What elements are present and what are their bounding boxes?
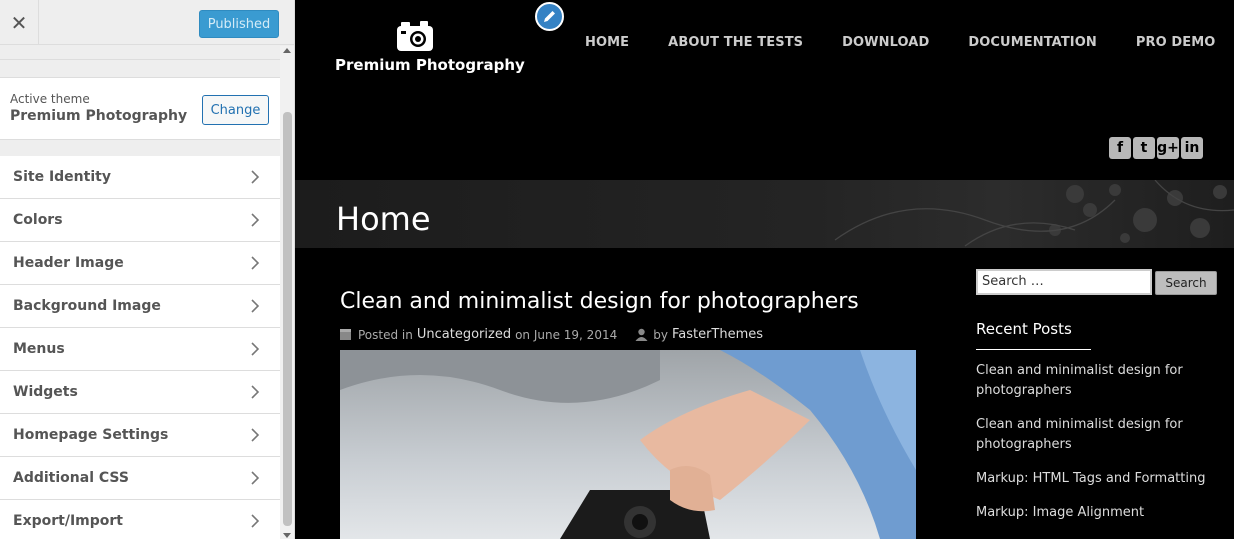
panel-background-image[interactable]: Background Image [0, 285, 280, 328]
panel-list: Site Identity Colors Header Image Backgr… [0, 156, 280, 539]
panel-homepage-settings[interactable]: Homepage Settings [0, 414, 280, 457]
site-preview: Premium Photography HOME ABOUT THE TESTS… [295, 0, 1234, 539]
nav-pro-demo[interactable]: PRO DEMO [1136, 35, 1216, 50]
scroll-up-arrow-icon[interactable] [283, 48, 291, 53]
recent-post-link[interactable]: Markup: HTML Tags and Formatting [976, 469, 1206, 489]
divider [976, 349, 1091, 350]
customizer-header: ✕ Published [0, 0, 294, 45]
post-author-link[interactable]: FasterThemes [672, 327, 763, 342]
twitter-icon[interactable]: t [1133, 137, 1155, 159]
google-plus-icon[interactable]: g+ [1157, 137, 1179, 159]
post-category-link[interactable]: Uncategorized [417, 327, 511, 342]
sidebar-scrollbar[interactable] [280, 46, 294, 539]
posted-in-label: Posted in [358, 327, 413, 342]
page-title-banner: Home [295, 180, 1234, 248]
chevron-right-icon [251, 514, 260, 528]
chevron-right-icon [251, 256, 260, 270]
by-label: by [653, 327, 668, 342]
facebook-icon[interactable]: f [1109, 137, 1131, 159]
scrollbar-thumb[interactable] [283, 112, 292, 526]
panel-header-strip [0, 46, 280, 60]
recent-post-link[interactable]: Markup: Image Alignment [976, 503, 1206, 523]
panel-widgets[interactable]: Widgets [0, 371, 280, 414]
floral-decoration [834, 180, 1234, 247]
chevron-right-icon [251, 170, 260, 184]
close-customizer-button[interactable]: ✕ [0, 0, 39, 45]
panel-label: Background Image [13, 298, 161, 314]
nav-documentation[interactable]: DOCUMENTATION [968, 35, 1096, 50]
site-title[interactable]: Premium Photography [335, 56, 525, 74]
panel-label: Menus [13, 341, 65, 357]
panel-export-import[interactable]: Export/Import [0, 500, 280, 539]
customizer-sidebar: ✕ Published Active theme Premium Photogr… [0, 0, 295, 539]
post-date: on June 19, 2014 [515, 327, 618, 342]
panel-label: Additional CSS [13, 470, 129, 486]
active-theme-name: Premium Photography [10, 108, 188, 124]
scroll-down-arrow-icon[interactable] [283, 533, 291, 538]
camera-logo-icon[interactable] [396, 20, 434, 52]
page-heading: Home [336, 200, 431, 238]
linkedin-icon[interactable]: in [1181, 137, 1203, 159]
post-meta: Posted in Uncategorized on June 19, 2014… [340, 327, 767, 342]
customizer-panels-area: Active theme Premium Photography Change … [0, 46, 280, 539]
main-navigation: HOME ABOUT THE TESTS DOWNLOAD DOCUMENTAT… [585, 35, 1234, 50]
calendar-icon [340, 329, 351, 340]
panel-header-image[interactable]: Header Image [0, 242, 280, 285]
chevron-right-icon [251, 428, 260, 442]
social-icons: f t g+ in [1109, 137, 1203, 159]
user-icon [635, 328, 648, 341]
active-theme-section: Active theme Premium Photography Change [0, 77, 280, 140]
chevron-right-icon [251, 342, 260, 356]
panel-label: Homepage Settings [13, 427, 169, 443]
nav-home[interactable]: HOME [585, 35, 629, 50]
chevron-right-icon [251, 471, 260, 485]
panel-label: Site Identity [13, 169, 111, 185]
panel-menus[interactable]: Menus [0, 328, 280, 371]
panel-label: Widgets [13, 384, 78, 400]
nav-download[interactable]: DOWNLOAD [842, 35, 929, 50]
pencil-icon [544, 11, 555, 22]
active-theme-label: Active theme [10, 92, 90, 106]
panel-label: Export/Import [13, 513, 123, 529]
nav-about-the-tests[interactable]: ABOUT THE TESTS [668, 35, 803, 50]
panel-label: Colors [13, 212, 63, 228]
recent-posts-heading: Recent Posts [976, 320, 1072, 338]
panel-colors[interactable]: Colors [0, 199, 280, 242]
chevron-right-icon [251, 213, 260, 227]
post-title[interactable]: Clean and minimalist design for photogra… [340, 289, 859, 314]
chevron-right-icon [251, 385, 260, 399]
edit-shortcut-button[interactable] [535, 2, 564, 31]
publish-button[interactable]: Published [199, 10, 279, 38]
panel-additional-css[interactable]: Additional CSS [0, 457, 280, 500]
change-theme-button[interactable]: Change [202, 95, 269, 125]
search-button[interactable]: Search [1155, 271, 1217, 295]
search-input[interactable]: Search … [976, 269, 1152, 295]
panel-site-identity[interactable]: Site Identity [0, 156, 280, 199]
recent-posts-list: Clean and minimalist design for photogra… [976, 361, 1206, 537]
chevron-right-icon [251, 299, 260, 313]
recent-post-link[interactable]: Clean and minimalist design for photogra… [976, 415, 1206, 455]
recent-post-link[interactable]: Clean and minimalist design for photogra… [976, 361, 1206, 401]
panel-label: Header Image [13, 255, 124, 271]
post-featured-image[interactable] [340, 350, 916, 539]
